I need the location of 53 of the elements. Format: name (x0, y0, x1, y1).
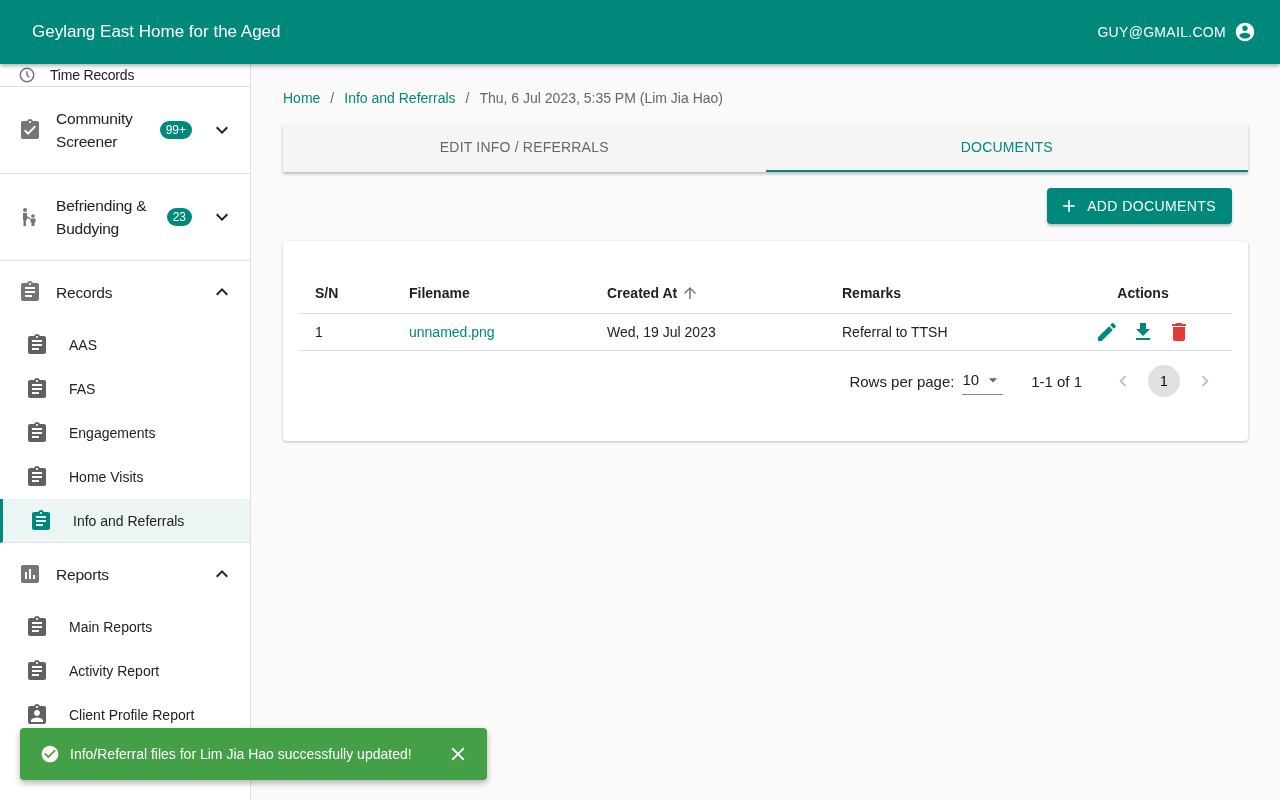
nav-item[interactable]: Engagements (0, 411, 250, 455)
column-header: Filename (409, 285, 470, 301)
nav-section[interactable]: Reports (0, 543, 250, 605)
clipboard-icon (18, 280, 42, 304)
page-button[interactable]: 1 (1148, 365, 1180, 397)
breadcrumb-separator: / (465, 90, 470, 106)
edit-icon[interactable] (1095, 320, 1119, 344)
tab[interactable]: DOCUMENTS (765, 124, 1248, 172)
clipboard-icon (25, 615, 49, 639)
app-title: Geylang East Home for the Aged (32, 22, 281, 42)
file-link[interactable]: unnamed.png (409, 324, 495, 340)
nav-item[interactable]: Info and Referrals (0, 499, 250, 543)
count-badge: 99+ (159, 121, 192, 139)
nav-item[interactable]: AAS (0, 323, 250, 367)
bar-chart-icon (18, 562, 42, 586)
tab[interactable]: EDIT INFO / REFERRALS (283, 124, 766, 172)
nav-item[interactable]: Client Profile Report (0, 693, 250, 737)
rows-per-page-select[interactable]: 10 (962, 367, 1004, 395)
nav-section[interactable]: Time Records (0, 64, 250, 86)
column-header: Remarks (842, 285, 902, 301)
breadcrumb-link[interactable]: Info and Referrals (344, 90, 456, 106)
nav-item[interactable]: Main Reports (0, 605, 250, 649)
add-documents-button[interactable]: ADD DOCUMENTS (1047, 188, 1232, 224)
account-icon[interactable] (1234, 21, 1256, 43)
clipboard-icon (25, 421, 49, 445)
nav-section[interactable]: Records (0, 261, 250, 323)
clipboard-check-icon (18, 118, 42, 142)
page-range: 1-1 of 1 (1031, 372, 1082, 390)
breadcrumb-link[interactable]: Home (283, 90, 321, 106)
breadcrumb-separator: / (330, 90, 335, 106)
breadcrumb-current: Thu, 6 Jul 2023, 5:35 PM (Lim Jia Hao) (479, 90, 723, 106)
person-clipboard-icon (25, 703, 49, 727)
nav-item[interactable]: FAS (0, 367, 250, 411)
snackbar-message: Info/Referral files for Lim Jia Hao successfully updated! (70, 746, 413, 762)
nav-section[interactable]: Befriending & Buddying 23 (0, 174, 250, 260)
column-header: S/N (315, 285, 339, 301)
user-email[interactable]: GUY@GMAIL.COM (1097, 24, 1226, 40)
clipboard-icon (25, 333, 49, 357)
nav-section[interactable]: Community Screener 99+ (0, 87, 250, 173)
column-header: Actions (1117, 285, 1169, 301)
nav-item[interactable]: Home Visits (0, 455, 250, 499)
clipboard-icon (25, 659, 49, 683)
clipboard-icon (25, 465, 49, 489)
clipboard-icon (25, 377, 49, 401)
table-cell: Referral to TTSH (842, 324, 948, 340)
column-header[interactable]: Created At (607, 285, 678, 301)
table-cell: 1 (315, 324, 323, 340)
nav-item[interactable]: Activity Report (0, 649, 250, 693)
clipboard-icon (29, 508, 53, 533)
rows-per-page-label: Rows per page: (849, 372, 955, 390)
clock-icon (18, 66, 36, 84)
table-cell: Wed, 19 Jul 2023 (607, 324, 716, 340)
count-badge: 23 (166, 208, 192, 226)
